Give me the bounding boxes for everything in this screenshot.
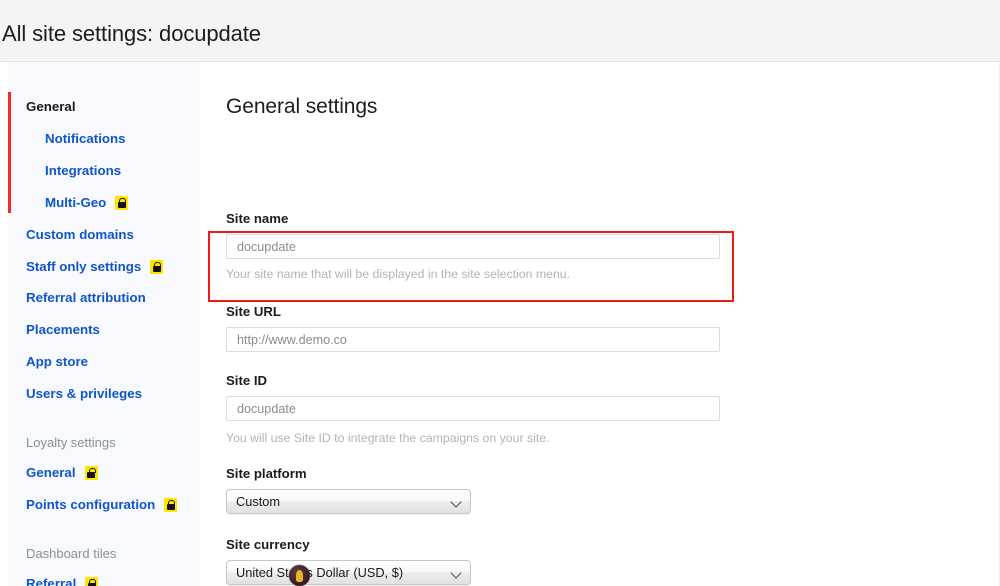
sidebar-item-label: Placements (26, 322, 100, 337)
sidebar-item-general[interactable]: General (26, 99, 76, 114)
sidebar-item-label: Referral attribution (26, 290, 146, 305)
sidebar-item-label: General (26, 99, 76, 114)
active-section-indicator (8, 92, 11, 213)
settings-page: All site settings: docupdate General Noti… (0, 0, 1000, 586)
sidebar-item-label: General (26, 465, 76, 481)
page-header-title: All site settings: docupdate (2, 21, 261, 46)
sidebar-item-points-configuration[interactable]: Points configuration (26, 497, 178, 513)
lock-icon (84, 466, 98, 480)
lock-icon (164, 498, 178, 512)
site-id-helper-text: You will use Site ID to integrate the ca… (226, 431, 550, 445)
sidebar-item-label: Loyalty settings (26, 435, 116, 450)
lock-icon (150, 260, 164, 274)
chevron-down-icon (448, 560, 470, 585)
sidebar-item-custom-domains[interactable]: Custom domains (26, 227, 134, 242)
site-name-label: Site name (226, 211, 289, 226)
site-name-input[interactable] (226, 234, 720, 259)
sidebar-item-staff-only-settings[interactable]: Staff only settings (26, 259, 164, 275)
sidebar-item-app-store[interactable]: App store (26, 354, 89, 369)
sidebar-item-label: Referral (26, 576, 77, 586)
sidebar-item-general[interactable]: General (26, 466, 98, 480)
site-platform-selected-value: Custom (236, 494, 281, 509)
site-id-label: Site ID (226, 373, 268, 388)
sidebar-item-notifications[interactable]: Notifications (45, 131, 126, 146)
sidebar-item-multi-geo[interactable]: Multi-Geo (45, 195, 129, 211)
sidebar-item-label: Custom domains (26, 227, 134, 242)
page-header: All site settings: docupdate (0, 0, 1000, 62)
site-name-helper-text: Your site name that will be displayed in… (226, 267, 571, 281)
site-currency-label: Site currency (226, 537, 310, 552)
lock-icon (85, 577, 99, 586)
site-platform-select[interactable]: Custom (226, 489, 471, 514)
sidebar-item-dashboard-tiles: Dashboard tiles (26, 547, 116, 560)
site-url-input[interactable] (226, 327, 720, 352)
sidebar-item-label: Users & privileges (26, 386, 143, 401)
page-title: General settings (226, 95, 378, 118)
sidebar-item-label: Multi-Geo (45, 195, 107, 211)
sidebar-item-label: Points configuration (26, 497, 156, 513)
sidebar-item-label: Dashboard tiles (26, 546, 117, 561)
sidebar-item-integrations[interactable]: Integrations (45, 163, 122, 178)
sidebar-item-label: Staff only settings (26, 259, 142, 275)
site-currency-selected-value: United States Dollar (USD, $) (236, 565, 404, 580)
sidebar-item-referral-attribution[interactable]: Referral attribution (26, 290, 146, 305)
site-platform-label: Site platform (226, 466, 307, 481)
sidebar-item-users-privileges[interactable]: Users & privileges (26, 386, 143, 401)
sidebar-item-label: Integrations (45, 163, 122, 178)
sidebar-item-label: App store (26, 354, 89, 369)
sidebar-item-loyalty-settings: Loyalty settings (26, 436, 116, 449)
main-content: General settings Site name Your site nam… (200, 62, 1000, 586)
sidebar-item-referral[interactable]: Referral (26, 576, 99, 586)
site-id-input[interactable] (226, 396, 720, 421)
sidebar-item-label: Notifications (45, 131, 126, 146)
mouse-cursor-avatar (289, 565, 310, 586)
sidebar-item-placements[interactable]: Placements (26, 322, 100, 337)
lock-icon (115, 196, 129, 210)
chevron-down-icon (448, 489, 470, 514)
settings-sidebar: General Notifications Integrations Multi-Ge… (8, 62, 200, 586)
site-currency-select[interactable]: United States Dollar (USD, $) (226, 560, 471, 585)
site-url-label: Site URL (226, 304, 281, 319)
